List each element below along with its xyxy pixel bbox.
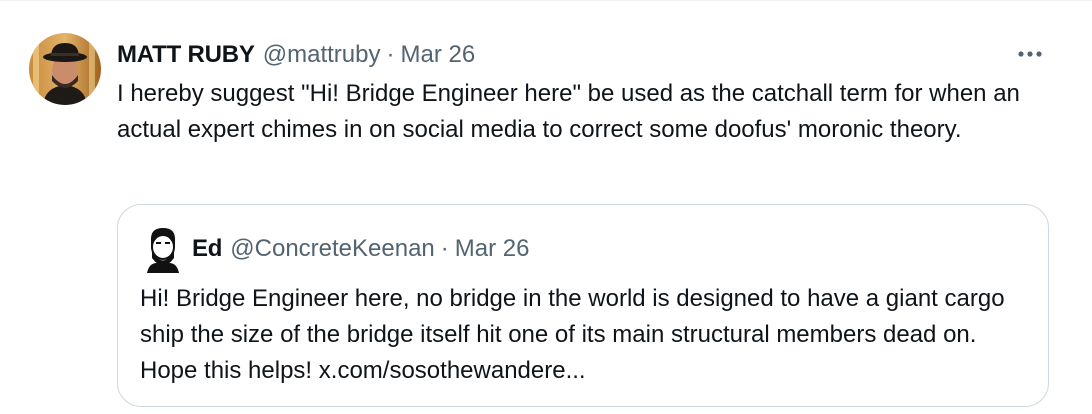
quoted-separator-dot: · bbox=[440, 235, 449, 262]
author-avatar-image bbox=[29, 33, 101, 105]
quoted-author-handle[interactable]: @ConcreteKeenan bbox=[230, 235, 435, 263]
separator-dot: · bbox=[386, 41, 395, 68]
more-button[interactable] bbox=[1010, 39, 1050, 69]
quoted-author-avatar[interactable] bbox=[143, 225, 183, 273]
quoted-tweet-date[interactable]: Mar 26 bbox=[455, 235, 530, 263]
author-avatar[interactable] bbox=[29, 33, 101, 105]
quoted-author-name[interactable]: Ed bbox=[192, 235, 222, 263]
quoted-tweet-header: Ed @ConcreteKeenan · Mar 26 bbox=[192, 232, 529, 266]
tweet-date[interactable]: Mar 26 bbox=[400, 41, 475, 69]
tweet-text: I hereby suggest "Hi! Bridge Engineer he… bbox=[117, 80, 1020, 143]
quoted-link[interactable]: x.com/sosothewandere... bbox=[319, 357, 586, 384]
author-name[interactable]: MATT RUBY bbox=[117, 41, 255, 69]
tweet[interactable]: MATT RUBY @mattruby · Mar 26 I hereby su… bbox=[0, 0, 1092, 414]
quoted-author-avatar-image bbox=[143, 225, 183, 273]
tweet-header: MATT RUBY @mattruby · Mar 26 bbox=[117, 38, 475, 72]
more-horizontal-icon bbox=[1018, 51, 1042, 57]
quoted-tweet[interactable]: Ed @ConcreteKeenan · Mar 26 Hi! Bridge E… bbox=[117, 204, 1049, 407]
author-handle[interactable]: @mattruby bbox=[263, 41, 381, 69]
quoted-tweet-text: Hi! Bridge Engineer here, no bridge in t… bbox=[140, 281, 1040, 389]
